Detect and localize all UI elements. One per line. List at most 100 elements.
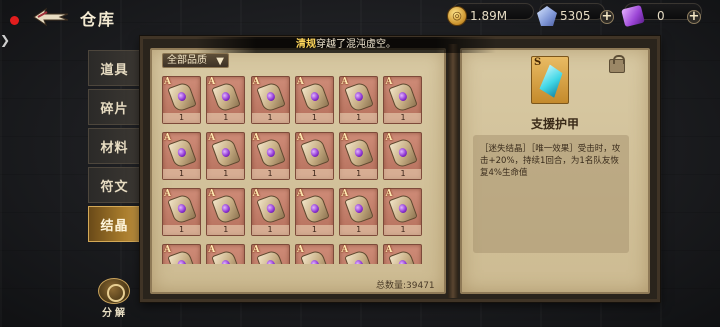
purple-crystal-icon <box>255 137 286 169</box>
grade-badge: A <box>164 189 171 199</box>
ticket-amount: 0 <box>657 9 665 23</box>
tab-label: 结晶 <box>100 218 129 234</box>
grade-badge: A <box>385 77 393 87</box>
crystal-slot[interactable]: A1 <box>383 132 423 180</box>
purple-crystal-icon <box>300 137 330 169</box>
purple-crystal-icon <box>167 249 197 264</box>
crystal-slot[interactable]: A1 <box>162 76 201 124</box>
purple-crystal-icon <box>388 249 419 264</box>
grade-badge: A <box>252 189 260 199</box>
item-count: 1 <box>251 113 289 123</box>
crystal-slot[interactable]: A <box>383 244 423 264</box>
grade-badge: A <box>164 133 171 143</box>
item-count: 1 <box>384 225 422 235</box>
crystal-slot[interactable]: A <box>294 244 334 264</box>
grade-badge: A <box>252 133 260 143</box>
disassemble-label: 分解 <box>102 308 128 319</box>
side-drawer-arrow-icon[interactable]: ❯ <box>0 30 10 50</box>
purple-crystal-icon <box>344 137 374 169</box>
purple-crystal-icon <box>255 81 286 113</box>
grade-badge: A <box>164 77 171 87</box>
crystal-slot[interactable]: A1 <box>294 132 334 180</box>
add-gems-button[interactable]: + <box>600 10 614 24</box>
item-count: 1 <box>295 113 333 123</box>
crystal-slot[interactable]: A1 <box>250 76 290 124</box>
crystal-slot[interactable]: A1 <box>162 132 201 180</box>
purple-crystal-icon <box>344 81 374 113</box>
tab-items[interactable]: 道具 <box>88 50 140 86</box>
item-count: 1 <box>207 225 245 235</box>
add-tickets-button[interactable]: + <box>687 10 701 24</box>
crystal-slot[interactable]: A1 <box>162 188 201 236</box>
total-count: 总数量:39471 <box>376 281 435 291</box>
crystal-slot[interactable]: A1 <box>294 76 334 124</box>
selected-item-card: S <box>531 56 569 104</box>
tab-label: 材料 <box>100 140 129 156</box>
tab-label: 符文 <box>100 179 129 195</box>
item-grid-scroll[interactable]: A1A1A1A1A1A1A1A1A1A1A1A1A1A1A1A1A1A1AAAA… <box>162 76 438 264</box>
back-arrow-icon[interactable] <box>32 6 70 28</box>
lock-icon[interactable] <box>609 55 625 73</box>
purple-crystal-icon <box>211 193 242 225</box>
recording-indicator <box>10 16 19 25</box>
item-count: 1 <box>340 169 378 179</box>
grade-badge: A <box>341 189 349 199</box>
crystal-slot[interactable]: A <box>206 244 246 264</box>
purple-crystal-icon <box>300 193 330 225</box>
book-spine <box>448 44 458 298</box>
grade-badge: A <box>208 245 216 255</box>
crystal-slot[interactable]: A1 <box>250 132 290 180</box>
crystal-slot[interactable]: A1 <box>383 188 423 236</box>
item-grid: A1A1A1A1A1A1A1A1A1A1A1A1A1A1A1A1A1A1AAAA… <box>162 76 438 264</box>
crystal-slot[interactable]: A <box>339 244 379 264</box>
crystal-slot[interactable]: A1 <box>339 76 379 124</box>
item-description: ［迷失结晶］［唯一效果］受击时，攻击+20%，持续1回合，为1名队友恢复4%生命… <box>473 135 629 253</box>
tab-runes[interactable]: 符文 <box>88 167 140 203</box>
purple-crystal-icon <box>211 249 242 264</box>
broadcast-notice: 清规穿越了混沌虚空。 <box>196 37 496 53</box>
item-count: 1 <box>340 113 378 123</box>
purple-crystal-icon <box>211 81 242 113</box>
grade-badge: A <box>252 245 260 255</box>
tab-crystals[interactable]: 结晶 <box>88 206 140 242</box>
item-count: 1 <box>251 169 289 179</box>
crystal-slot[interactable]: A1 <box>383 76 423 124</box>
crystal-slot[interactable]: A <box>162 244 201 264</box>
disassemble-button[interactable] <box>98 278 130 304</box>
item-count: 1 <box>163 169 200 179</box>
grade-badge: A <box>164 245 171 255</box>
tab-materials[interactable]: 材料 <box>88 128 140 164</box>
crystal-slot[interactable]: A1 <box>339 132 379 180</box>
grade-badge: A <box>208 189 216 199</box>
tab-fragments[interactable]: 碎片 <box>88 89 140 125</box>
purple-ticket-icon <box>621 4 645 28</box>
item-count: 1 <box>295 225 333 235</box>
quality-filter-dropdown[interactable]: 全部品质 ▼ <box>162 53 229 68</box>
quality-filter-value: 全部品质 <box>167 55 207 66</box>
grade-badge: A <box>208 133 216 143</box>
purple-crystal-icon <box>300 81 330 113</box>
tab-label: 碎片 <box>100 101 129 117</box>
crystal-slot[interactable]: A1 <box>250 188 290 236</box>
grade-badge: A <box>296 77 304 87</box>
item-count: 1 <box>163 113 200 123</box>
crystal-slot[interactable]: A1 <box>206 76 246 124</box>
item-count: 1 <box>207 113 245 123</box>
grade-badge: A <box>385 189 393 199</box>
crystal-slot[interactable]: A1 <box>294 188 334 236</box>
purple-crystal-icon <box>344 193 374 225</box>
top-bar: ❯ 仓库 ◎ 1.89M 5305 + 0 + <box>0 0 720 47</box>
crystal-slot[interactable]: A1 <box>339 188 379 236</box>
item-grade-badge: S <box>534 57 542 68</box>
purple-crystal-icon <box>344 249 374 264</box>
grade-badge: A <box>208 77 216 87</box>
item-count: 1 <box>340 225 378 235</box>
crystal-slot[interactable]: A1 <box>206 132 246 180</box>
purple-crystal-icon <box>211 137 242 169</box>
notice-text: 穿越了混沌虚空。 <box>316 39 396 50</box>
crystal-slot[interactable]: A <box>250 244 290 264</box>
crystal-slot[interactable]: A1 <box>206 188 246 236</box>
item-count: 1 <box>251 225 289 235</box>
item-name: 支援护甲 <box>530 117 579 131</box>
grade-badge: A <box>296 189 304 199</box>
